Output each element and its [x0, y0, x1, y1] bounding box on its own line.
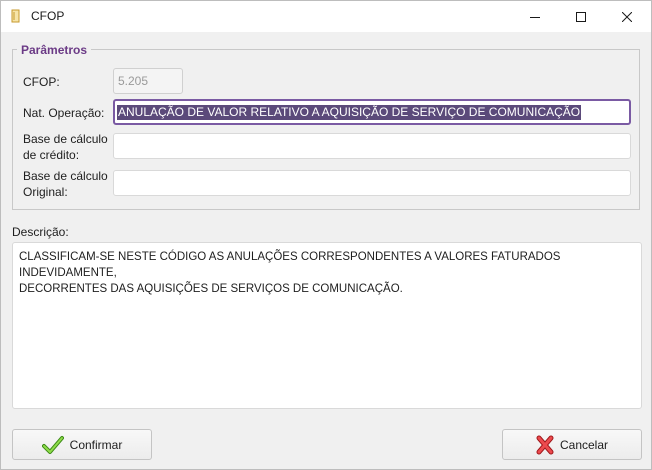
base-credito-label-line1: Base de cálculo	[23, 132, 108, 146]
confirm-label: Confirmar	[69, 437, 123, 452]
nat-operacao-label: Nat. Operação:	[23, 106, 105, 120]
app-icon	[11, 9, 20, 23]
cfop-label: CFOP:	[23, 75, 60, 89]
base-original-field[interactable]	[113, 170, 631, 196]
minimize-button[interactable]	[512, 1, 558, 32]
confirm-button[interactable]: Confirmar	[12, 429, 152, 460]
description-text-line1: CLASSIFICAM-SE NESTE CÓDIGO AS ANULAÇÕES…	[19, 251, 561, 279]
base-original-label-line2: Original:	[23, 185, 68, 199]
minimize-icon	[530, 16, 540, 18]
description-label: Descrição:	[12, 225, 69, 239]
window-title: CFOP	[31, 9, 65, 23]
cfop-value: 5.205	[118, 74, 149, 88]
maximize-icon	[576, 11, 586, 22]
base-credito-label-line2: de crédito:	[23, 148, 80, 162]
x-icon	[536, 435, 554, 454]
close-icon	[622, 11, 632, 22]
description-textarea[interactable]: CLASSIFICAM-SE NESTE CÓDIGO AS ANULAÇÕES…	[12, 242, 642, 409]
maximize-button[interactable]	[558, 1, 604, 32]
parameters-legend: Parâmetros	[17, 43, 92, 57]
checkmark-icon	[41, 435, 64, 454]
cfop-field: 5.205	[113, 68, 183, 94]
base-credito-field[interactable]	[113, 133, 631, 159]
nat-operacao-field[interactable]: ANULAÇÃO DE VALOR RELATIVO A AQUISIÇÃO D…	[113, 99, 631, 125]
description-text-line2: DECORRENTES DAS AQUISIÇÕES DE SERVIÇOS D…	[19, 283, 403, 295]
title-bar[interactable]: CFOP	[1, 1, 651, 32]
cancel-label: Cancelar	[559, 437, 609, 452]
base-original-label-line1: Base de cálculo	[23, 169, 108, 183]
nat-operacao-value: ANULAÇÃO DE VALOR RELATIVO A AQUISIÇÃO D…	[117, 104, 582, 120]
cfop-dialog: CFOP Parâmetros CFOP: 5.205 Nat. Operaçã…	[0, 0, 652, 470]
cancel-button[interactable]: Cancelar	[502, 429, 642, 460]
close-button[interactable]	[604, 1, 650, 32]
